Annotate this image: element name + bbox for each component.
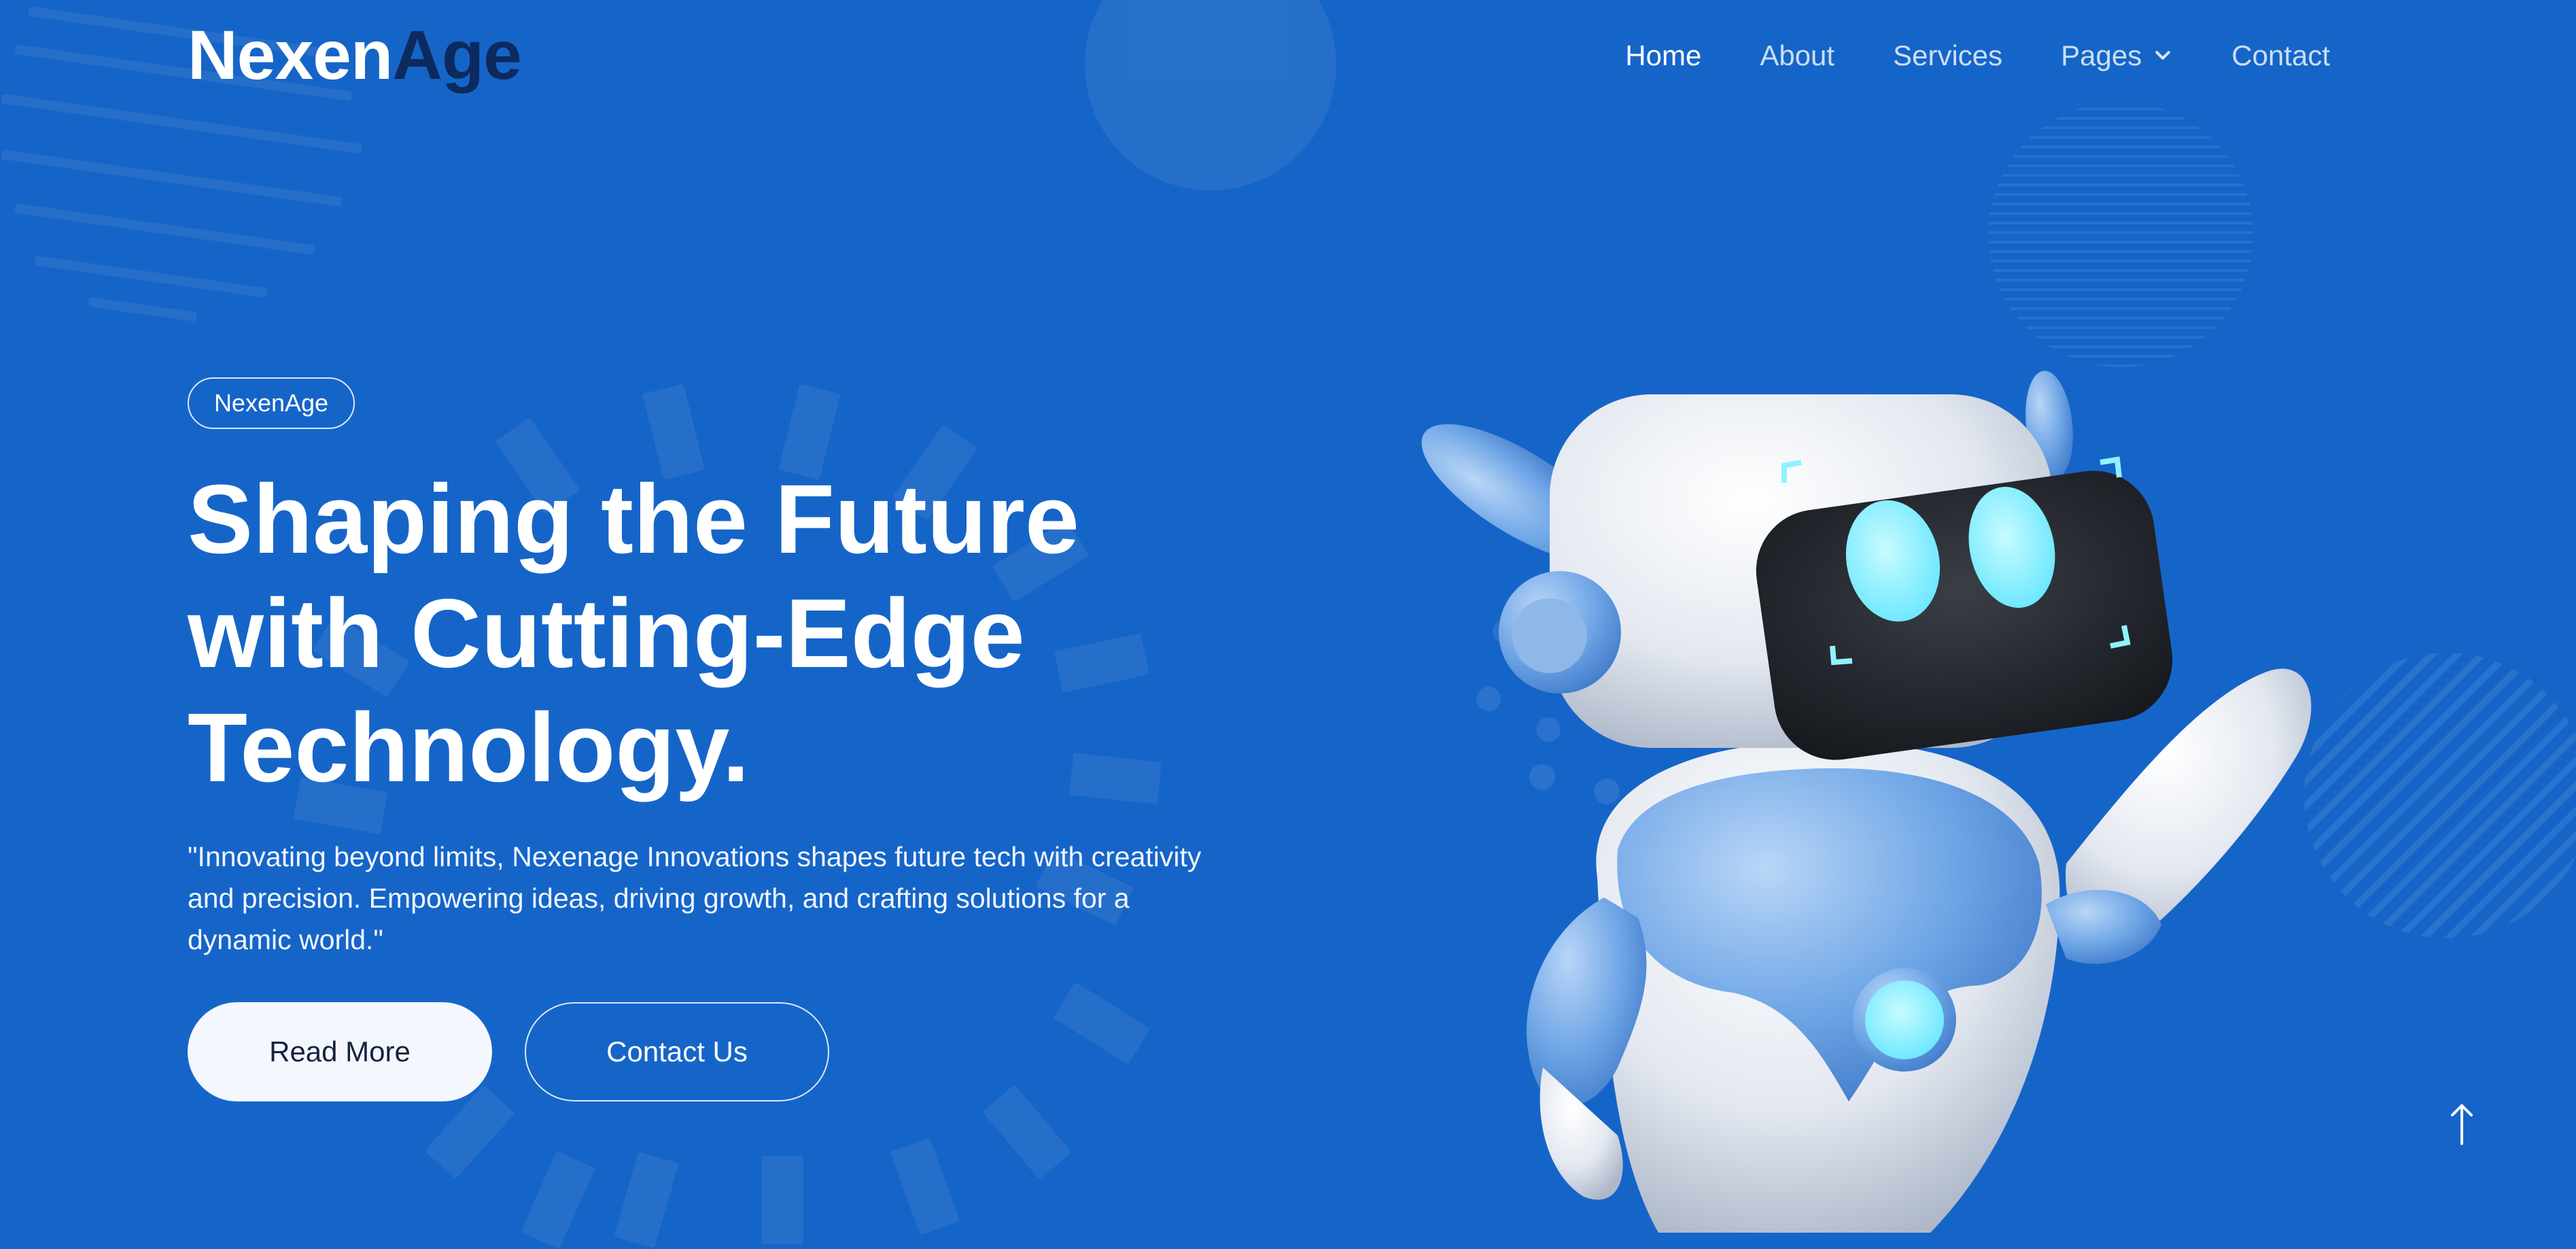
decor-hatched-circle [2304, 653, 2576, 938]
decor-ray [982, 1084, 1072, 1180]
hero-badge: NexenAge [188, 377, 355, 429]
decor-ray [1053, 982, 1151, 1065]
arrow-up-icon[interactable] [2447, 1101, 2477, 1146]
robot-mascot-illustration [1421, 371, 2312, 1233]
decor-stripe [88, 296, 198, 322]
hero-title: Shaping the Future with Cutting-Edge Tec… [188, 462, 1207, 805]
nav-item-home[interactable]: Home [1625, 39, 1701, 72]
decor-circle [1085, 0, 1336, 190]
hero-description-line: and precision. Empowering ideas, driving… [188, 883, 1130, 914]
nav-item-pages-label: Pages [2061, 39, 2142, 71]
decor-ray [521, 1151, 595, 1249]
decor-stripe [1, 149, 343, 207]
hero-description-line: "Innovating beyond limits, Nexenage Inno… [188, 841, 1202, 872]
brand-logo[interactable]: NexenAge [188, 20, 522, 90]
brand-logo-part-1: Nexen [188, 16, 393, 94]
hero-description-line: dynamic world." [188, 924, 383, 955]
decor-ray [890, 1137, 960, 1235]
decor-ray [614, 1151, 679, 1249]
decor-stripe [1, 93, 363, 154]
nav-item-services[interactable]: Services [1893, 39, 2002, 72]
contact-us-button[interactable]: Contact Us [525, 1002, 829, 1101]
chevron-down-icon [2155, 51, 2170, 60]
nav-item-about[interactable]: About [1760, 39, 1834, 72]
brand-logo-part-2: Age [392, 16, 522, 94]
decor-stripe [14, 203, 315, 255]
decor-stripe [34, 256, 268, 298]
hero-description: "Innovating beyond limits, Nexenage Inno… [188, 836, 1248, 961]
hero-title-line: with Cutting-Edge [188, 579, 1025, 688]
main-nav: Home About Services Pages Contact [1625, 39, 2330, 72]
decor-ray [761, 1156, 803, 1244]
nav-item-pages[interactable]: Pages [2061, 39, 2173, 72]
hero-title-line: Technology. [188, 693, 750, 802]
decor-hatched-circle [1988, 102, 2253, 367]
read-more-button[interactable]: Read More [188, 1002, 492, 1101]
nav-item-contact[interactable]: Contact [2231, 39, 2330, 72]
hero-title-line: Shaping the Future [188, 464, 1079, 574]
